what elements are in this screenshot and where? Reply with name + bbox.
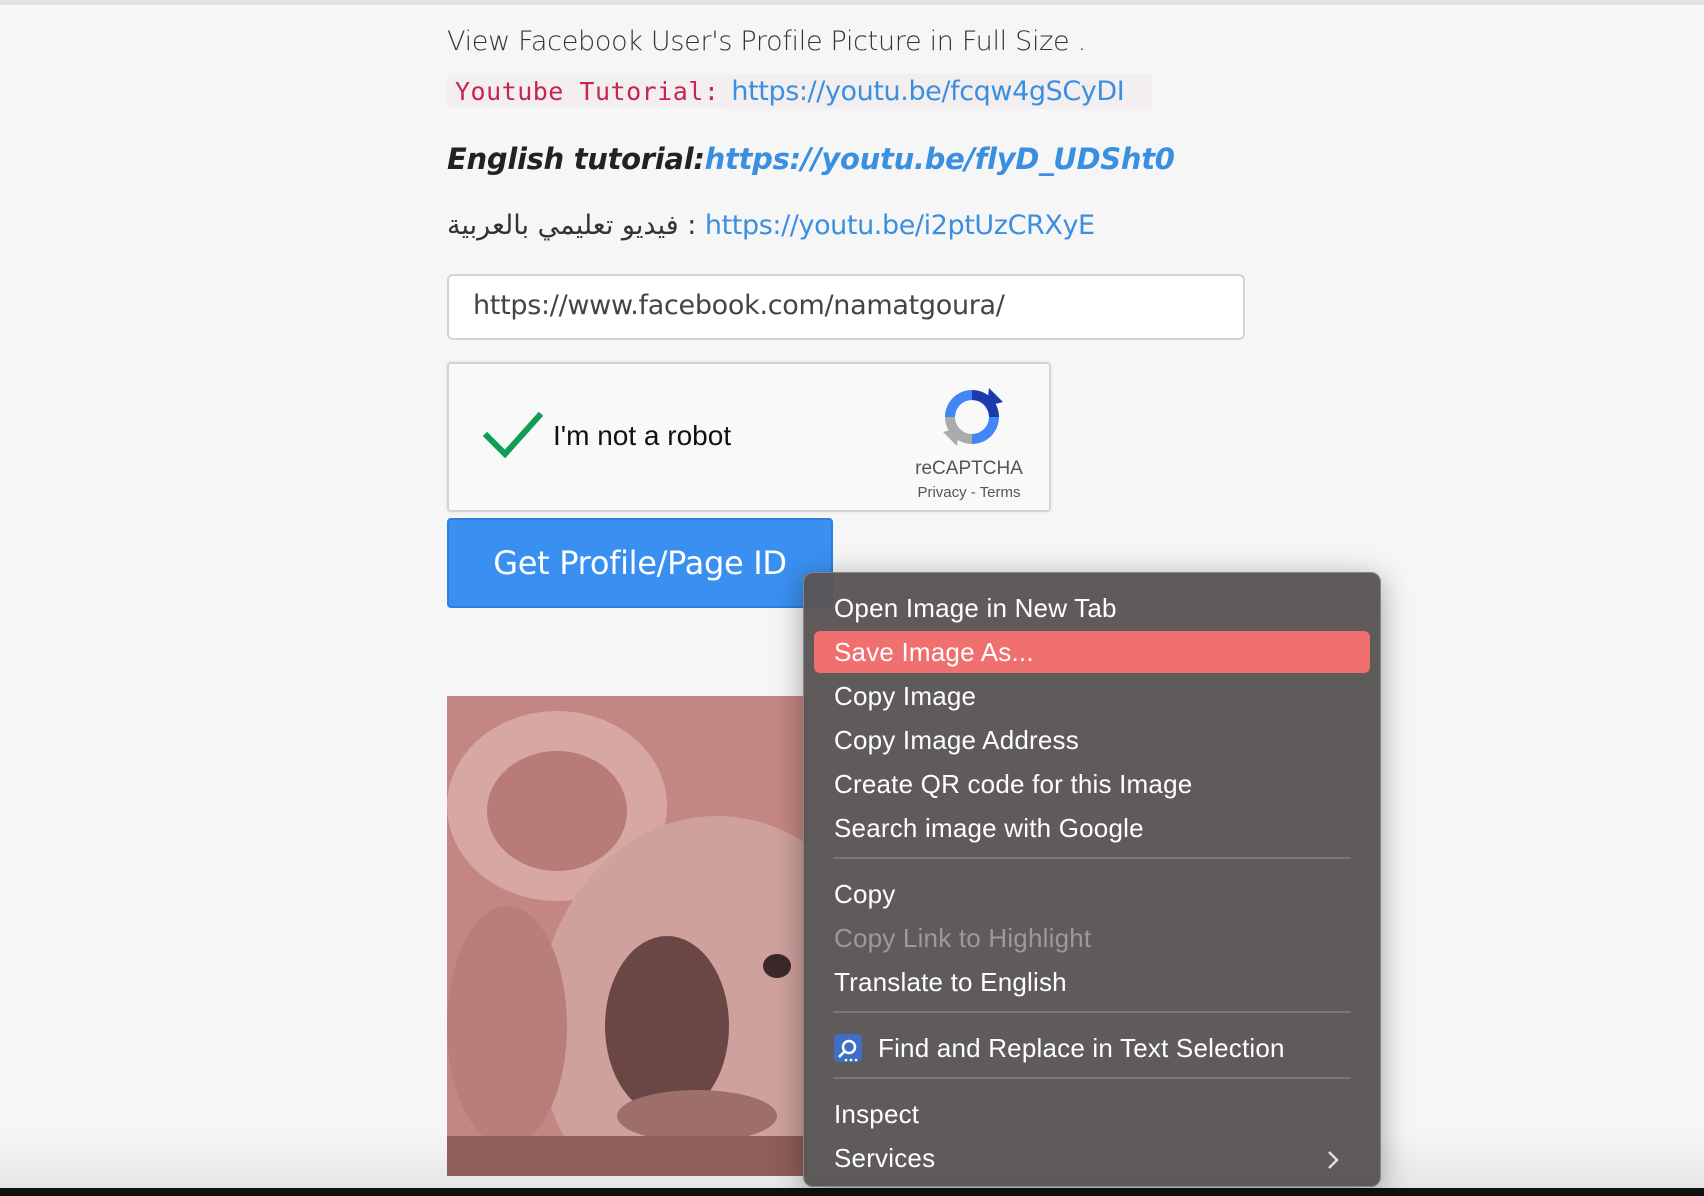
recaptcha-logo-icon (943, 388, 1003, 446)
menu-item-search-image-google[interactable]: Search image with Google (814, 807, 1370, 849)
menu-item-translate-to-english[interactable]: Translate to English (814, 961, 1370, 1003)
context-menu: Open Image in New Tab Save Image As... C… (803, 572, 1381, 1187)
arabic-tutorial-row: فيديو تعليمي بالعربية : https://youtu.be… (447, 210, 1095, 241)
menu-item-copy[interactable]: Copy (814, 873, 1370, 915)
get-profile-id-button[interactable]: Get Profile/Page ID (447, 518, 833, 608)
arabic-tutorial-label: فيديو تعليمي بالعربية : (447, 210, 697, 241)
bottom-edge (0, 1188, 1704, 1196)
intro-text: View Facebook User's Profile Picture in … (447, 26, 1086, 57)
menu-item-create-qr-code[interactable]: Create QR code for this Image (814, 763, 1370, 805)
menu-separator (833, 857, 1351, 859)
youtube-tutorial-row: Youtube Tutorial: https://youtu.be/fcqw4… (447, 72, 1153, 110)
checkmark-icon[interactable] (483, 410, 543, 460)
youtube-tutorial-label: Youtube Tutorial: (447, 74, 728, 108)
english-tutorial-label: English tutorial: (447, 142, 705, 176)
top-border (0, 0, 1704, 5)
menu-item-inspect[interactable]: Inspect (814, 1093, 1370, 1135)
recaptcha-brand: reCAPTCHA (915, 458, 1023, 479)
find-replace-icon (834, 1034, 862, 1063)
menu-item-services[interactable]: Services (814, 1137, 1370, 1179)
menu-item-find-and-replace[interactable]: Find and Replace in Text Selection (814, 1027, 1370, 1069)
menu-item-copy-image-address[interactable]: Copy Image Address (814, 719, 1370, 761)
menu-item-open-image-new-tab[interactable]: Open Image in New Tab (814, 587, 1370, 629)
english-tutorial-row: English tutorial:https://youtu.be/flyD_U… (447, 142, 1175, 176)
menu-item-copy-image[interactable]: Copy Image (814, 675, 1370, 717)
menu-item-save-image-as[interactable]: Save Image As... (814, 631, 1370, 673)
menu-item-find-and-replace-label: Find and Replace in Text Selection (878, 1033, 1285, 1063)
english-tutorial-link[interactable]: https://youtu.be/flyD_UDSht0 (705, 142, 1175, 176)
menu-separator (833, 1011, 1351, 1013)
captcha-label: I'm not a robot (553, 420, 732, 451)
profile-url-input[interactable]: https://www.facebook.com/namatgoura/ (447, 274, 1245, 340)
recaptcha-widget: I'm not a robot reCAPTCHA Privacy - Term… (447, 362, 1051, 512)
menu-separator (833, 1077, 1351, 1079)
menu-item-services-label: Services (834, 1143, 936, 1173)
chevron-right-icon (1326, 1137, 1340, 1179)
profile-picture[interactable] (447, 696, 807, 1176)
arabic-tutorial-link[interactable]: https://youtu.be/i2ptUzCRXyE (705, 210, 1095, 241)
recaptcha-privacy-terms[interactable]: Privacy - Terms (889, 484, 1049, 501)
youtube-tutorial-link[interactable]: https://youtu.be/fcqw4gSCyDI (731, 76, 1124, 107)
koala-image (447, 696, 807, 1176)
menu-item-copy-link-to-highlight: Copy Link to Highlight (834, 923, 1092, 953)
